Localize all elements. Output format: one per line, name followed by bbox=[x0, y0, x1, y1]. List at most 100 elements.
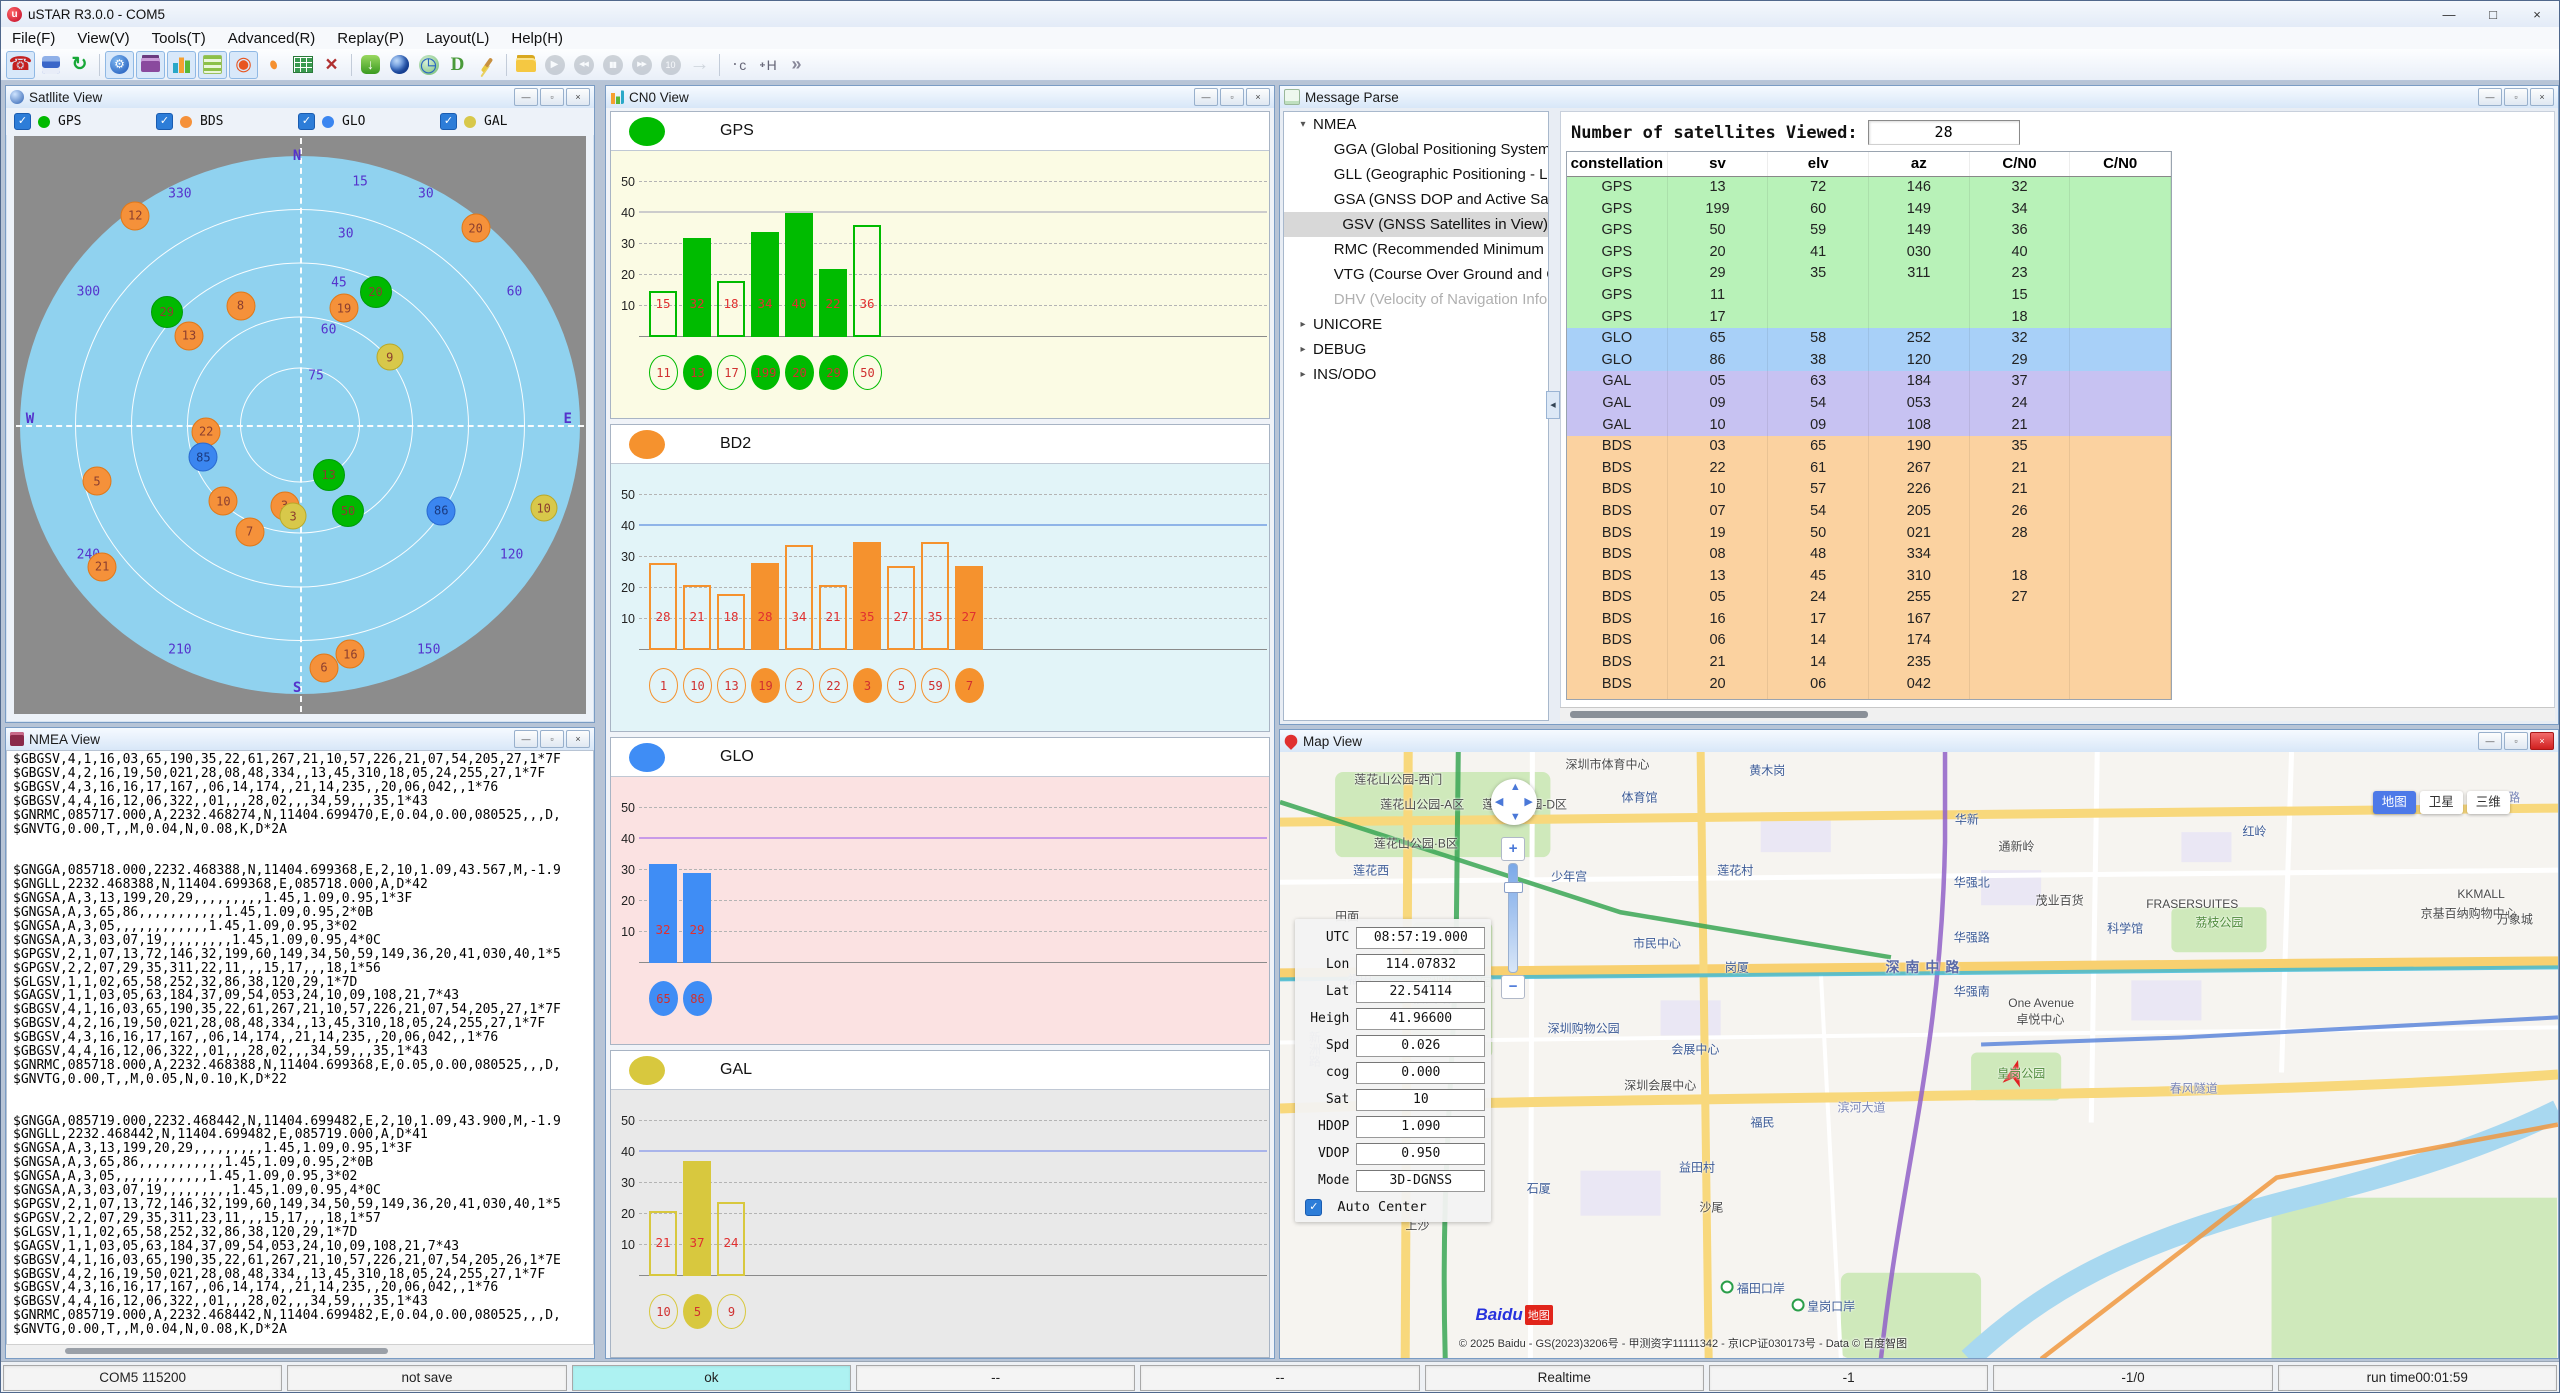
tree-item[interactable]: GGA (Global Positioning System F... bbox=[1284, 137, 1548, 162]
nmea-minimize-button[interactable]: — bbox=[514, 730, 538, 748]
tree-expand-icon[interactable] bbox=[1328, 194, 1331, 205]
table-row[interactable]: BDS 10 57 226 21 bbox=[1567, 479, 2171, 501]
zoom-in-button[interactable]: + bbox=[1501, 837, 1525, 861]
overlay-field-value[interactable]: 114.07832 bbox=[1356, 954, 1485, 976]
sep2[interactable] bbox=[348, 52, 354, 78]
table-row[interactable]: BDS 16 17 167 bbox=[1567, 609, 2171, 631]
table-row[interactable]: GAL 05 63 184 37 bbox=[1567, 371, 2171, 393]
tree-expand-icon[interactable]: ▸ bbox=[1296, 344, 1310, 355]
pan-up-icon[interactable]: ▲ bbox=[1510, 781, 1521, 793]
message-parse-horizontal-scrollbar[interactable] bbox=[1560, 707, 2555, 721]
window-maximize-button[interactable]: □ bbox=[2471, 1, 2515, 27]
tree-expand-icon[interactable]: ▸ bbox=[1296, 319, 1310, 330]
satellite-close-button[interactable]: × bbox=[566, 88, 590, 106]
table-row[interactable]: GPS 17 18 bbox=[1567, 307, 2171, 329]
open-file-button[interactable] bbox=[512, 52, 539, 78]
table-row[interactable]: BDS 20 06 042 bbox=[1567, 674, 2171, 696]
map-close-button[interactable]: × bbox=[2530, 732, 2554, 750]
tree-expand-icon[interactable] bbox=[1328, 219, 1339, 230]
tree-item[interactable]: GSV (GNSS Satellites in View) bbox=[1284, 212, 1548, 237]
table-row[interactable]: GPS 50 59 149 36 bbox=[1567, 220, 2171, 242]
replay-speed-button[interactable] bbox=[657, 52, 684, 78]
table-row[interactable]: GLO 65 58 252 32 bbox=[1567, 328, 2171, 350]
table-row[interactable]: GAL 10 09 108 21 bbox=[1567, 415, 2171, 437]
menu-item[interactable]: Replay(P) bbox=[326, 27, 415, 49]
save-log-button[interactable] bbox=[37, 52, 64, 78]
table-row[interactable]: GLO 86 38 120 29 bbox=[1567, 350, 2171, 372]
clear-button[interactable] bbox=[473, 52, 500, 78]
overlay-field-value[interactable]: 41.96600 bbox=[1356, 1008, 1485, 1030]
nmea-view-button[interactable] bbox=[136, 51, 165, 79]
window-close-button[interactable]: × bbox=[2515, 1, 2559, 27]
tree-item[interactable]: ▸ INS/ODO bbox=[1284, 362, 1548, 387]
tree-expand-icon[interactable] bbox=[1328, 294, 1331, 305]
auto-center-checkbox[interactable]: ✓ bbox=[1305, 1199, 1322, 1216]
cn0-restore-button[interactable]: ▫ bbox=[1220, 88, 1244, 106]
table-row[interactable]: GPS 20 41 030 40 bbox=[1567, 242, 2171, 264]
cursor-mode-button[interactable] bbox=[725, 52, 752, 78]
overlay-field-value[interactable]: 0.026 bbox=[1356, 1035, 1485, 1057]
replay-pause-button[interactable] bbox=[599, 52, 626, 78]
table-row[interactable]: GPS 29 35 311 23 bbox=[1567, 263, 2171, 285]
overlay-field-value[interactable]: 1.090 bbox=[1356, 1116, 1485, 1138]
overlay-field-value[interactable]: 0.000 bbox=[1356, 1062, 1485, 1084]
nmea-horizontal-scrollbar[interactable] bbox=[6, 1344, 594, 1358]
map-restore-button[interactable]: ▫ bbox=[2504, 732, 2528, 750]
history-button[interactable] bbox=[415, 52, 442, 78]
tree-item[interactable]: GLL (Geographic Positioning - Lat... bbox=[1284, 162, 1548, 187]
message-parse-minimize-button[interactable]: — bbox=[2478, 88, 2502, 106]
overlay-field-value[interactable]: 3D-DGNSS bbox=[1356, 1170, 1485, 1192]
menu-item[interactable]: Tools(T) bbox=[141, 27, 217, 49]
sep4[interactable] bbox=[716, 52, 722, 78]
map-minimize-button[interactable]: — bbox=[2478, 732, 2502, 750]
disconnect-button[interactable] bbox=[6, 51, 35, 79]
table-row[interactable]: BDS 07 54 205 26 bbox=[1567, 501, 2171, 523]
table-row[interactable]: BDS 08 48 334 bbox=[1567, 544, 2171, 566]
tree-expand-icon[interactable] bbox=[1328, 169, 1331, 180]
scrollbar-thumb[interactable] bbox=[1570, 711, 1869, 718]
tree-item[interactable]: DHV (Velocity of Navigation Infor... bbox=[1284, 287, 1548, 312]
map-canvas[interactable]: 莲花山公园-西门深圳市体育中心体育馆黄木岗红桂路莲花山公园-A区莲花山公园-D区… bbox=[1280, 752, 2558, 1358]
map-type-button[interactable]: 地图 bbox=[2373, 791, 2416, 814]
menu-item[interactable]: Help(H) bbox=[500, 27, 574, 49]
replay-step-button[interactable] bbox=[686, 52, 713, 78]
overlay-field-value[interactable]: 10 bbox=[1356, 1089, 1485, 1111]
earth-view-button[interactable] bbox=[386, 52, 413, 78]
tree-item[interactable]: ▾ NMEA bbox=[1284, 112, 1548, 137]
constellation-checkbox[interactable]: ✓ bbox=[156, 113, 173, 130]
satellite-minimize-button[interactable]: — bbox=[514, 88, 538, 106]
table-row[interactable]: GPS 11 15 bbox=[1567, 285, 2171, 307]
table-row[interactable]: BDS 05 24 255 27 bbox=[1567, 587, 2171, 609]
table-row[interactable]: BDS 06 14 174 bbox=[1567, 630, 2171, 652]
map-type-button[interactable]: 卫星 bbox=[2420, 791, 2463, 814]
satellite-restore-button[interactable]: ▫ bbox=[540, 88, 564, 106]
table-row[interactable]: GPS 13 72 146 32 bbox=[1567, 177, 2171, 199]
hold-mode-button[interactable] bbox=[754, 52, 781, 78]
table-row[interactable]: BDS 13 45 310 18 bbox=[1567, 566, 2171, 588]
overlay-field-value[interactable]: 0.950 bbox=[1356, 1143, 1485, 1165]
sep1[interactable] bbox=[96, 52, 102, 78]
tree-expand-icon[interactable]: ▾ bbox=[1296, 119, 1310, 130]
reset-receiver-button[interactable] bbox=[66, 52, 93, 78]
message-parse-button[interactable] bbox=[198, 51, 227, 79]
replay-forward-button[interactable] bbox=[628, 52, 655, 78]
nmea-scrollbar-thumb[interactable] bbox=[65, 1348, 388, 1354]
tree-expand-icon[interactable] bbox=[1328, 244, 1331, 255]
message-parse-restore-button[interactable]: ▫ bbox=[2504, 88, 2528, 106]
table-row[interactable]: BDS 22 61 267 21 bbox=[1567, 458, 2171, 480]
map-pan-compass[interactable]: ▲ ▼ ◀ ▶ bbox=[1491, 779, 1537, 825]
satellite-count-field[interactable]: 28 bbox=[1868, 120, 2020, 145]
table-row[interactable]: BDS 12 06 322 bbox=[1567, 695, 2171, 700]
zoom-out-button[interactable]: − bbox=[1501, 975, 1525, 999]
map-view-button[interactable] bbox=[229, 51, 258, 79]
tree-expand-icon[interactable]: ▸ bbox=[1296, 369, 1310, 380]
constellation-checkbox[interactable]: ✓ bbox=[440, 113, 457, 130]
jump-button[interactable] bbox=[783, 52, 810, 78]
constellation-checkbox[interactable]: ✓ bbox=[14, 113, 31, 130]
cn0-minimize-button[interactable]: — bbox=[1194, 88, 1218, 106]
table-row[interactable]: GAL 09 54 053 24 bbox=[1567, 393, 2171, 415]
sep3[interactable] bbox=[503, 52, 509, 78]
tree-expand-icon[interactable] bbox=[1328, 144, 1331, 155]
table-row[interactable]: BDS 19 50 021 28 bbox=[1567, 523, 2171, 545]
config-tools-button[interactable] bbox=[318, 52, 345, 78]
